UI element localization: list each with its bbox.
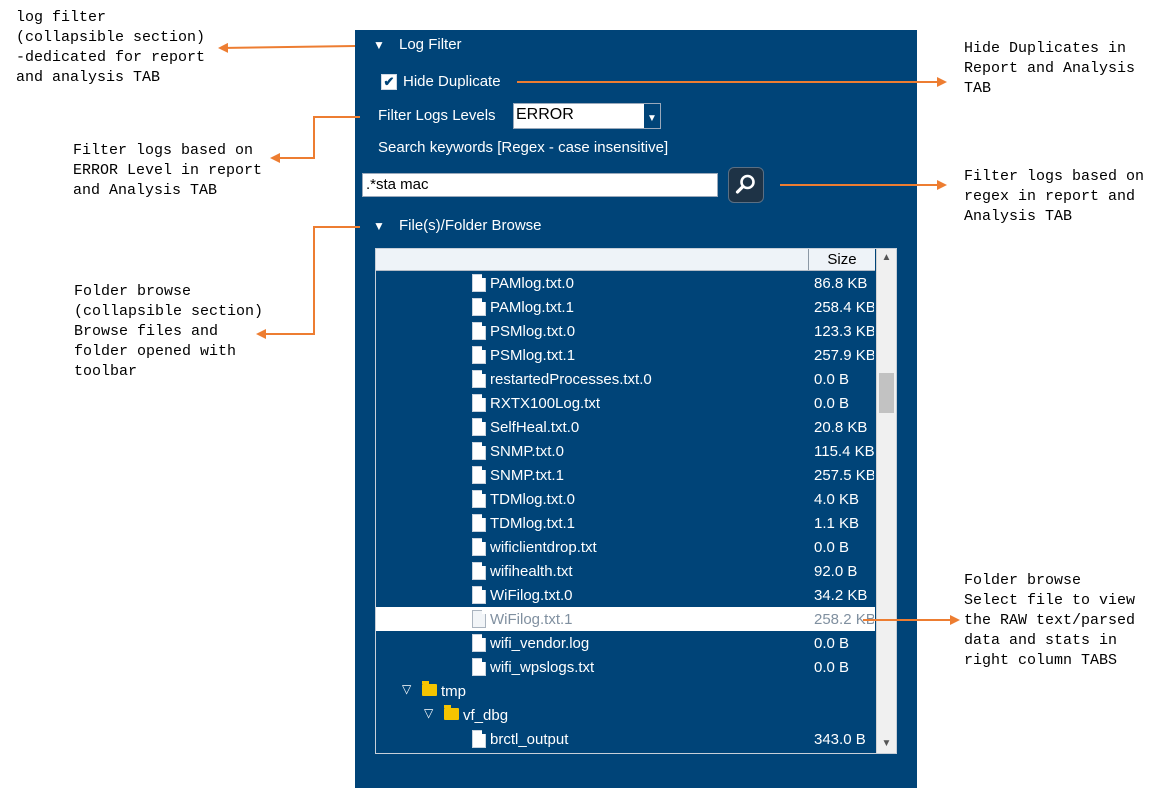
arrow-log-filter: [218, 42, 356, 53]
arrow-filter-level: [270, 116, 360, 163]
callout-arrows: [218, 42, 960, 625]
arrow-folder-browse: [256, 226, 360, 339]
